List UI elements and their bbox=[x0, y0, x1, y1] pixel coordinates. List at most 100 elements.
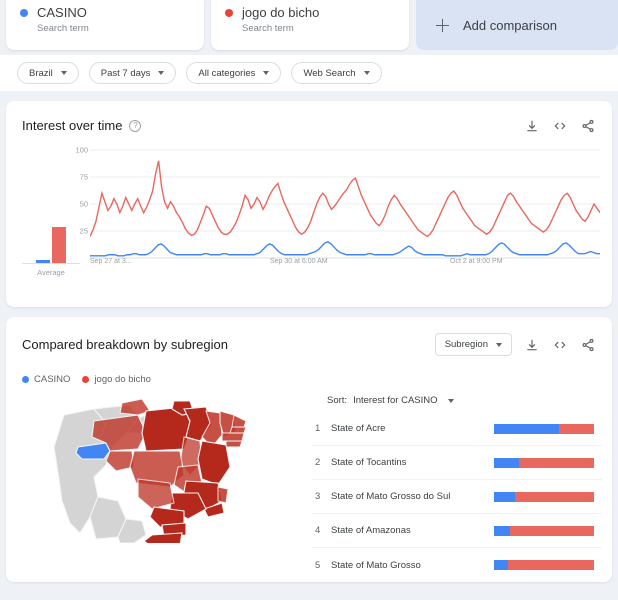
subregion-scope-label: Subregion bbox=[444, 339, 488, 350]
subregion-name: State of Mato Grosso bbox=[331, 559, 421, 571]
subregion-row[interactable]: 1 State of Acre bbox=[311, 412, 602, 446]
subregion-comparison-bar bbox=[494, 491, 594, 502]
filters-bar: Brazil Past 7 days All categories Web Se… bbox=[0, 55, 618, 91]
bar-segment-jogo-do-bicho bbox=[510, 525, 594, 536]
help-icon[interactable]: ? bbox=[129, 119, 142, 132]
embed-icon[interactable] bbox=[551, 336, 568, 353]
breakdown-legend: CASINO jogo do bicho bbox=[6, 356, 612, 385]
subregion-rank: 3 bbox=[315, 491, 321, 502]
chevron-down-icon bbox=[263, 71, 270, 75]
subregion-name: State of Acre bbox=[331, 423, 386, 434]
subregion-rank: 1 bbox=[315, 423, 321, 434]
x-axis-tick: Sep 27 at 3... bbox=[90, 258, 132, 265]
download-icon[interactable] bbox=[523, 336, 540, 353]
filter-chip-search-type[interactable]: Web Search bbox=[291, 62, 382, 84]
y-axis-tick: 100 bbox=[75, 145, 88, 155]
legend-dot-casino bbox=[22, 376, 29, 383]
bar-segment-casino bbox=[494, 525, 510, 536]
interest-over-time-header: Interest over time ? bbox=[6, 101, 612, 134]
subregion-comparison-bar bbox=[494, 423, 594, 434]
subregion-name: State of Amazonas bbox=[331, 525, 411, 536]
subregion-rows: 1 State of Acre 2 State of Tocantins 3 State … bbox=[311, 412, 602, 582]
subregion-comparison-bar bbox=[494, 560, 594, 570]
term-color-dot-casino bbox=[20, 9, 28, 17]
y-axis-tick: 75 bbox=[79, 172, 88, 182]
subregion-name: State of Tocantins bbox=[331, 457, 407, 468]
term-subtitle-casino: Search term bbox=[37, 23, 89, 34]
add-comparison-label: Add comparison bbox=[463, 17, 557, 33]
subregion-row[interactable]: 2 State of Tocantins bbox=[311, 446, 602, 480]
chevron-down-icon bbox=[447, 398, 454, 403]
bar-segment-casino bbox=[494, 423, 559, 434]
subregion-list: Sort: Interest for CASINO 1 State of Acre… bbox=[311, 385, 602, 582]
add-comparison-button[interactable]: Add comparison bbox=[416, 0, 618, 50]
y-axis-tick: 50 bbox=[79, 199, 88, 209]
download-icon[interactable] bbox=[523, 117, 540, 134]
filter-chip-time-range-label: Past 7 days bbox=[100, 67, 151, 79]
bar-segment-jogo-do-bicho bbox=[508, 560, 594, 570]
subregion-name: State of Mato Grosso do Sul bbox=[331, 491, 451, 502]
subregion-comparison-bar bbox=[494, 457, 594, 468]
x-axis-tick: Sep 30 at 6:00 AM bbox=[270, 258, 328, 265]
filter-chip-location-label: Brazil bbox=[29, 67, 53, 79]
chevron-down-icon bbox=[363, 71, 370, 75]
sort-value: Interest for CASINO bbox=[353, 395, 438, 406]
average-bar-jogo-do-bicho bbox=[52, 226, 66, 263]
map-region-mato-grosso-do-sul bbox=[137, 478, 175, 510]
legend-label-casino: CASINO bbox=[34, 374, 71, 385]
filter-chip-category[interactable]: All categories bbox=[186, 62, 282, 84]
y-axis-tick: 25 bbox=[79, 226, 88, 236]
series-line-casino bbox=[90, 242, 600, 256]
breakdown-body: Sort: Interest for CASINO 1 State of Acre… bbox=[6, 385, 612, 582]
average-bars-panel: Average bbox=[20, 152, 82, 277]
bar-segment-casino bbox=[494, 560, 508, 570]
average-axis-line bbox=[22, 263, 80, 264]
bar-segment-casino bbox=[494, 457, 519, 468]
subregion-scope-dropdown[interactable]: Subregion bbox=[434, 333, 512, 356]
chevron-down-icon bbox=[60, 71, 67, 75]
average-label: Average bbox=[37, 268, 65, 277]
breakdown-title: Compared breakdown by subregion bbox=[22, 337, 228, 352]
breakdown-header: Compared breakdown by subregion Subregio… bbox=[6, 317, 612, 356]
term-name-casino: CASINO bbox=[37, 5, 87, 20]
bar-segment-jogo-do-bicho bbox=[519, 457, 594, 468]
subregion-row[interactable]: 5 State of Mato Grosso bbox=[311, 548, 602, 582]
legend-item-jogo-do-bicho: jogo do bicho bbox=[82, 374, 151, 385]
filter-chip-location[interactable]: Brazil bbox=[17, 62, 79, 84]
time-series-svg bbox=[90, 146, 600, 276]
time-series-plot[interactable]: 25 50 75 100 Sep 27 at 3... Sep 30 at 6:00 AM… bbox=[75, 146, 600, 276]
bar-segment-jogo-do-bicho bbox=[515, 491, 594, 502]
interest-over-time-title: Interest over time bbox=[22, 118, 123, 133]
subregion-comparison-bar bbox=[494, 525, 594, 536]
subregion-map[interactable] bbox=[16, 385, 311, 550]
chevron-down-icon bbox=[496, 342, 502, 347]
legend-dot-jogo-do-bicho bbox=[82, 376, 90, 383]
term-card-casino[interactable]: CASINO Search term bbox=[6, 0, 204, 50]
filter-chip-search-type-label: Web Search bbox=[303, 67, 356, 79]
brazil-map-svg bbox=[53, 398, 247, 543]
bar-segment-casino bbox=[494, 491, 515, 502]
filter-chip-category-label: All categories bbox=[198, 67, 256, 79]
interest-over-time-chart: Average 25 50 75 100 Sep 27 at 3... Sep 30 at… bbox=[6, 142, 612, 307]
term-subtitle-jogo-do-bicho: Search term bbox=[242, 23, 294, 34]
subregion-rank: 2 bbox=[315, 457, 321, 468]
share-icon[interactable] bbox=[579, 117, 596, 134]
average-bars bbox=[20, 167, 82, 263]
chevron-down-icon bbox=[158, 71, 165, 75]
embed-icon[interactable] bbox=[551, 117, 568, 134]
share-icon[interactable] bbox=[579, 336, 596, 353]
subregion-row[interactable]: 3 State of Mato Grosso do Sul bbox=[311, 480, 602, 514]
comparison-terms-row: CASINO Search term jogo do bicho Search … bbox=[0, 0, 618, 50]
subregion-rank: 5 bbox=[315, 559, 321, 571]
subregion-row[interactable]: 4 State of Amazonas bbox=[311, 514, 602, 548]
series-line-jogo-do-bicho bbox=[90, 161, 600, 237]
sort-control[interactable]: Sort: Interest for CASINO bbox=[311, 387, 602, 412]
filter-chip-time-range[interactable]: Past 7 days bbox=[88, 62, 177, 84]
subregion-rank: 4 bbox=[315, 525, 321, 536]
bar-segment-jogo-do-bicho bbox=[559, 423, 594, 434]
plus-icon bbox=[436, 18, 449, 32]
term-card-jogo-do-bicho[interactable]: jogo do bicho Search term bbox=[211, 0, 409, 50]
legend-item-casino: CASINO bbox=[22, 374, 70, 385]
breakdown-by-subregion-card: Compared breakdown by subregion Subregio… bbox=[6, 317, 612, 582]
legend-label-jogo-do-bicho: jogo do bicho bbox=[94, 374, 151, 385]
